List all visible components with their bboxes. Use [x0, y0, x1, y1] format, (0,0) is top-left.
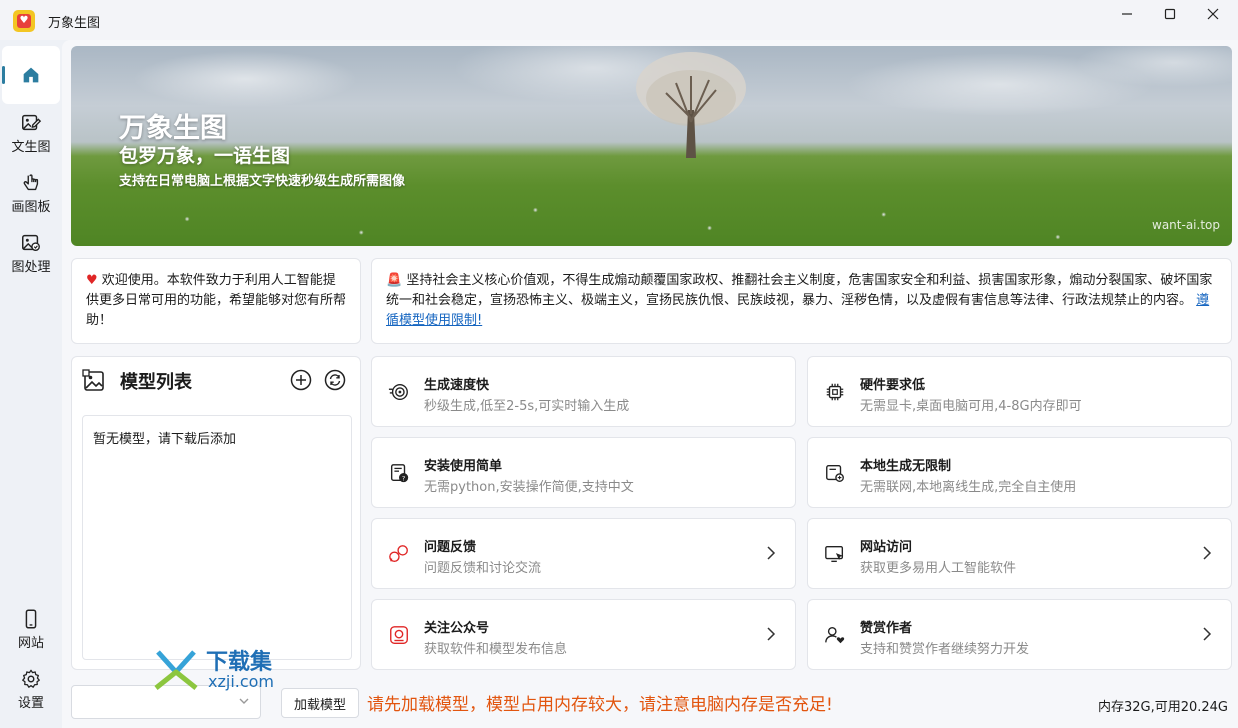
feature-title: 关注公众号 [424, 621, 490, 636]
feature-desc: 支持和赞赏作者继续努力开发 [860, 642, 1030, 657]
notice-card: 🚨 坚持社会主义核心价值观，不得生成煽动颠覆国家政权、推翻社会主义制度，危害国家… [371, 258, 1232, 344]
app-logo-icon: ♥ [13, 10, 35, 32]
feature-card-feedback[interactable]: 问题反馈 问题反馈和讨论交流 [371, 518, 796, 589]
feature-title: 本地生成无限制 [860, 459, 952, 474]
gallery-icon [82, 369, 104, 391]
sidebar-item-home[interactable] [2, 46, 60, 104]
hand-draw-icon [23, 173, 39, 190]
banner-description: 支持在日常电脑上根据文字快速秒级生成所需图像 [119, 174, 406, 189]
sidebar-item-imgproc[interactable]: 图处理 [2, 224, 60, 282]
feature-desc: 获取软件和模型发布信息 [424, 642, 568, 657]
sidebar-item-settings[interactable]: 设置 [2, 660, 60, 718]
chat-bubbles-icon [389, 545, 408, 563]
image-process-icon [22, 234, 40, 251]
main-content: 万象生图 包罗万象，一语生图 支持在日常电脑上根据文字快速秒级生成所需图像 wa… [62, 40, 1238, 728]
hero-banner: 万象生图 包罗万象，一语生图 支持在日常电脑上根据文字快速秒级生成所需图像 wa… [71, 46, 1232, 246]
banner-watermark: want-ai.top [1152, 218, 1220, 232]
sidebar-item-label: 文生图 [11, 139, 51, 155]
feature-desc: 问题反馈和讨论交流 [424, 561, 542, 576]
feature-card-install: ? 安装使用简单 无需python,安装操作简便,支持中文 [371, 437, 796, 508]
refresh-models-button[interactable] [324, 369, 346, 391]
memory-status: 内存32G,可用20.24G [1097, 700, 1228, 715]
banner-subtitle: 包罗万象，一语生图 [119, 145, 291, 167]
minimize-icon [1122, 13, 1132, 15]
sidebar-item-text2img[interactable]: 文生图 [2, 104, 60, 162]
welcome-text: 欢迎使用。本软件致力于利用人工智能提供更多日常可用的功能，希望能够对您有所帮助！ [86, 273, 347, 328]
chip-icon [826, 383, 844, 401]
chevron-right-icon [1203, 627, 1212, 641]
sidebar-item-label: 设置 [17, 695, 44, 711]
user-heart-icon [825, 626, 845, 644]
chevron-right-icon [767, 627, 776, 641]
phone-icon [25, 609, 37, 628]
close-button[interactable] [1190, 0, 1236, 28]
notice-text: 坚持社会主义核心价值观，不得生成煽动颠覆国家政权、推翻社会主义制度，危害国家安全… [386, 273, 1213, 308]
feature-card-local: 本地生成无限制 无需联网,本地离线生成,完全自主使用 [807, 437, 1232, 508]
title-bar: ♥ 万象生图 [0, 0, 1238, 40]
maximize-button[interactable] [1147, 0, 1193, 28]
chevron-down-icon [239, 698, 249, 704]
feature-desc: 无需python,安装操作简便,支持中文 [424, 480, 634, 495]
feature-title: 网站访问 [860, 540, 913, 555]
feature-desc: 获取更多易用人工智能软件 [860, 561, 1017, 576]
memory-warning-text: 请先加载模型，模型占用内存较大，请注意电脑内存是否充足! [367, 695, 833, 715]
feature-card-donate[interactable]: 赞赏作者 支持和赞赏作者继续努力开发 [807, 599, 1232, 670]
minimize-button[interactable] [1104, 0, 1150, 28]
sidebar-item-label: 网站 [17, 635, 44, 651]
heart-icon: ♥ [86, 273, 98, 288]
empty-model-text: 暂无模型，请下载后添加 [93, 432, 237, 447]
close-icon [1207, 8, 1219, 20]
sidebar-item-label: 画图板 [11, 199, 51, 215]
tree-icon [636, 52, 746, 158]
model-list-header: 模型列表 [82, 367, 192, 395]
maximize-icon [1164, 8, 1176, 20]
welcome-card: ♥ 欢迎使用。本软件致力于利用人工智能提供更多日常可用的功能，希望能够对您有所帮… [71, 258, 361, 344]
add-model-button[interactable] [290, 369, 312, 391]
chevron-right-icon [767, 546, 776, 560]
model-list[interactable]: 暂无模型，请下载后添加 [82, 415, 352, 660]
feature-title: 生成速度快 [424, 378, 490, 393]
feature-title: 问题反馈 [424, 540, 477, 555]
wechat-icon [390, 626, 408, 644]
chevron-right-icon [1203, 546, 1212, 560]
home-icon [23, 67, 39, 83]
download-arrow-icon [154, 650, 198, 690]
monitor-cursor-icon [825, 545, 844, 563]
alarm-icon: 🚨 [386, 273, 403, 288]
sidebar-item-canvas[interactable]: 画图板 [2, 164, 60, 222]
feature-card-speed: 生成速度快 秒级生成,低至2-5s,可实时输入生成 [371, 356, 796, 427]
svg-text:?: ? [402, 474, 405, 482]
feature-desc: 无需显卡,桌面电脑可用,4-8G内存即可 [860, 399, 1082, 414]
feature-card-wechat[interactable]: 关注公众号 获取软件和模型发布信息 [371, 599, 796, 670]
feature-desc: 无需联网,本地离线生成,完全自主使用 [860, 480, 1077, 495]
feature-card-website[interactable]: 网站访问 获取更多易用人工智能软件 [807, 518, 1232, 589]
active-indicator [2, 66, 5, 84]
feature-title: 硬件要求低 [860, 378, 926, 393]
sidebar-item-label: 图处理 [11, 259, 51, 275]
site-watermark-logo: 下载集 xzji.com [154, 644, 294, 694]
feature-desc: 秒级生成,低至2-5s,可实时输入生成 [424, 399, 630, 414]
sidebar: 文生图 画图板 图处理 网站 设置 [0, 40, 62, 728]
window-title: 万象生图 [48, 16, 101, 31]
model-list-title: 模型列表 [120, 372, 192, 393]
sidebar-item-website[interactable]: 网站 [2, 600, 60, 658]
banner-title: 万象生图 [119, 113, 227, 144]
watermark-logo-url: xzji.com [208, 672, 275, 691]
feature-card-hardware: 硬件要求低 无需显卡,桌面电脑可用,4-8G内存即可 [807, 356, 1232, 427]
speed-icon [388, 383, 408, 401]
install-icon: ? [390, 464, 409, 482]
model-list-panel: 模型列表 暂无模型，请下载后添加 [71, 356, 361, 670]
gear-icon [22, 669, 40, 688]
feature-title: 安装使用简单 [424, 459, 503, 474]
local-device-icon [826, 464, 844, 482]
image-edit-icon [22, 114, 42, 130]
feature-title: 赞赏作者 [860, 621, 913, 636]
